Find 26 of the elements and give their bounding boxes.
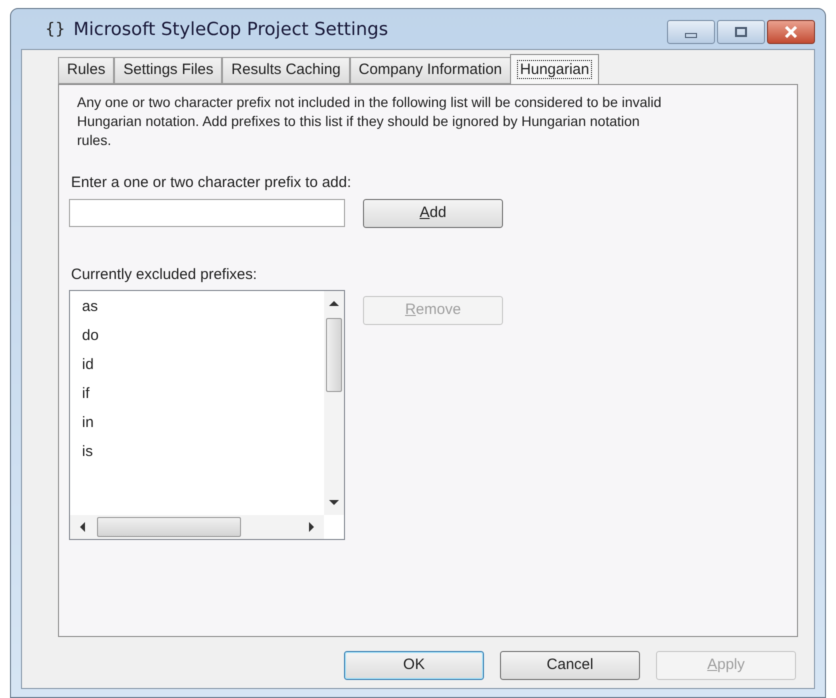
close-button[interactable] (767, 20, 815, 44)
list-item[interactable]: id (82, 355, 94, 375)
action-button[interactable]: OK (344, 651, 484, 680)
list-item[interactable]: do (82, 326, 99, 346)
tab[interactable]: Hungarian (510, 54, 600, 84)
list-item[interactable]: as (82, 297, 98, 317)
vertical-scrollbar[interactable] (324, 291, 344, 515)
action-button[interactable]: Add (363, 198, 503, 228)
description-text: Any one or two character prefix not included in the following list will be considered to be invalid Hungarian notation. Add prefixes to this list if they should be ignored by Hungarian notation rules. (77, 93, 662, 150)
maximize-button[interactable] (717, 20, 765, 44)
tab[interactable]: Results Caching (222, 57, 350, 84)
tab[interactable]: Settings Files (114, 57, 222, 84)
tab[interactable]: Rules (58, 57, 114, 84)
app-icon: {} (45, 17, 66, 41)
tab[interactable]: Company Information (350, 57, 512, 84)
window-title: Microsoft StyleCop Project Settings (73, 18, 388, 42)
field-label: Enter a one or two character prefix to add: (71, 173, 352, 193)
action-button[interactable]: Cancel (500, 651, 640, 680)
prefix-input[interactable] (69, 199, 345, 227)
list-item[interactable]: if (82, 384, 90, 404)
list-label: Currently excluded prefixes: (71, 264, 258, 284)
list-item[interactable]: in (82, 413, 94, 433)
horizontal-scrollbar[interactable] (70, 515, 324, 539)
minimize-button[interactable] (667, 20, 715, 44)
list-item[interactable]: is (82, 442, 93, 462)
close-icon (784, 26, 798, 38)
